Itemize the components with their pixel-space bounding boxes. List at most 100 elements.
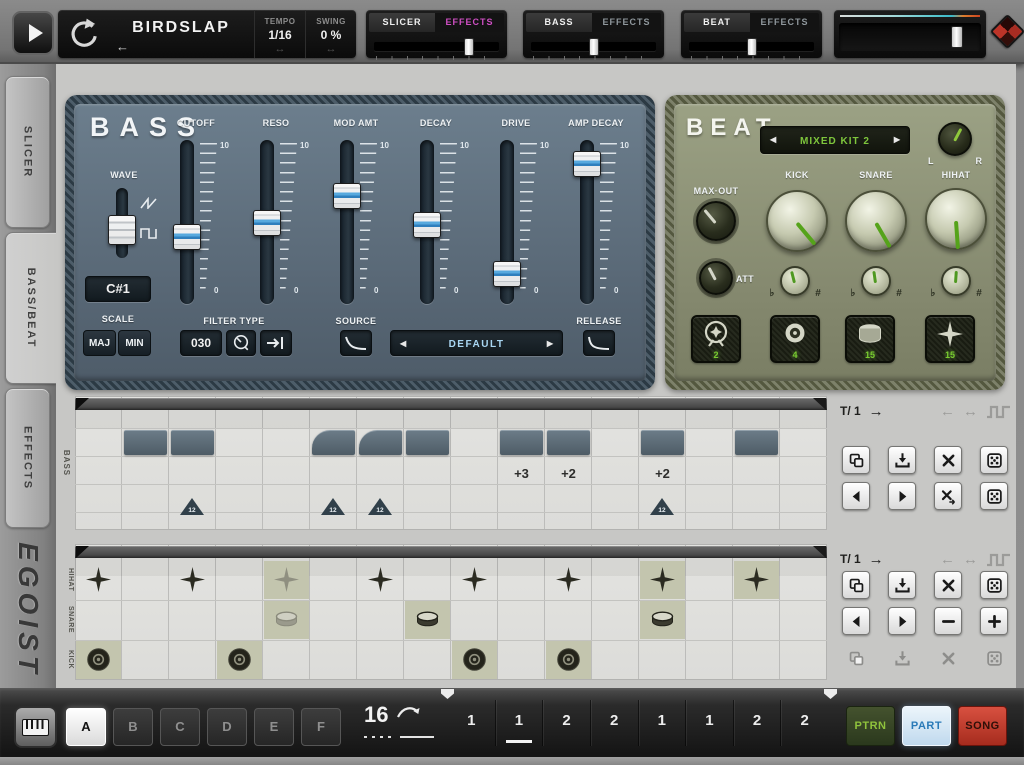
chain-slot-7[interactable]: 2 [733, 700, 781, 746]
wave-handle[interactable] [108, 215, 136, 245]
filter-route-button[interactable] [260, 330, 292, 356]
chain-slot-2[interactable]: 1 [495, 700, 543, 746]
bass-note-step-15[interactable] [735, 430, 778, 455]
filter-dial-button[interactable] [226, 330, 256, 356]
bass-note-step-11[interactable] [547, 430, 590, 455]
bass-note-step-8[interactable] [406, 430, 449, 455]
slider-track[interactable] [180, 140, 194, 304]
part-button-c[interactable]: C [160, 708, 200, 746]
seq-hihat-step-3[interactable] [179, 566, 206, 593]
channel-fx-tab-bass[interactable]: EFFECTS [592, 13, 661, 32]
mode-button-song[interactable]: SONG [958, 706, 1007, 746]
preset-selector[interactable]: ◀ DEFAULT ▶ [390, 330, 563, 356]
seq-btn-minus[interactable] [934, 607, 962, 635]
pad-kick-drum[interactable]: 2 [691, 315, 741, 363]
scale-min-button[interactable]: MIN [118, 330, 151, 356]
chain-start-handle[interactable] [441, 689, 454, 699]
channel-level-handle[interactable] [747, 38, 757, 56]
pad-snare-drum[interactable]: 4 [770, 315, 820, 363]
preset-prev-icon[interactable]: ◀ [400, 331, 406, 357]
knob-kick[interactable] [766, 190, 828, 252]
seq-btn-copy[interactable] [842, 446, 870, 474]
channel-tab-beat[interactable]: BEAT [684, 13, 750, 32]
chain-slot-6[interactable]: 1 [685, 700, 733, 746]
channel-fx-tab-beat[interactable]: EFFECTS [750, 13, 819, 32]
part-button-b[interactable]: B [113, 708, 153, 746]
chain-slot-3[interactable]: 2 [542, 700, 590, 746]
seq-btn-dice[interactable] [980, 446, 1008, 474]
sidebar-tab-slicer[interactable]: SLICER [5, 76, 50, 228]
seq-hihat-step-1[interactable] [85, 566, 112, 593]
step-length-control[interactable]: 16 [358, 702, 446, 746]
part-button-f[interactable]: F [301, 708, 341, 746]
channel-level-slider[interactable] [689, 38, 814, 56]
pitch-knob-3[interactable] [941, 266, 971, 296]
mod-marker-step-13[interactable]: 12 [650, 498, 674, 515]
slider-track[interactable] [340, 140, 354, 304]
pulse-icon[interactable] [986, 404, 1012, 419]
slider-handle[interactable] [173, 224, 201, 250]
slider-handle[interactable] [253, 210, 281, 236]
chain-slot-8[interactable]: 2 [780, 700, 828, 746]
pulse-icon[interactable] [986, 552, 1012, 567]
pad-hihat-star[interactable]: 15 [925, 315, 975, 363]
sidebar-tab-effects[interactable]: EFFECTS [5, 388, 50, 528]
mirror-icon[interactable]: ↔ [963, 551, 978, 568]
channel-tab-bass[interactable]: BASS [526, 13, 592, 32]
seq-btn-copy[interactable] [842, 571, 870, 599]
channel-level-slider[interactable] [531, 38, 656, 56]
pitch-knob-2[interactable] [861, 266, 891, 296]
master-volume-handle[interactable] [951, 26, 963, 48]
bass-note-step-6[interactable] [312, 430, 355, 455]
bass-slider-amp-decay[interactable]: AMP DECAY100 [556, 118, 636, 318]
bass-slider-reso[interactable]: RESO100 [236, 118, 316, 318]
pad-tom-drum[interactable]: 15 [845, 315, 895, 363]
bass-note-step-7[interactable] [359, 430, 402, 455]
seq-hihat-step-7[interactable] [367, 566, 394, 593]
release-curve-button[interactable] [583, 330, 615, 356]
loop-end-marker[interactable] [813, 546, 826, 558]
channel-tab-slicer[interactable]: SLICER [369, 13, 435, 32]
chain-slot-5[interactable]: 1 [638, 700, 686, 746]
patch-name-display[interactable]: BIRDSLAP [106, 19, 256, 37]
seq-btn-next[interactable] [888, 607, 916, 635]
chain-slot-4[interactable]: 2 [590, 700, 638, 746]
play-button[interactable] [12, 11, 54, 55]
seq-kick-step-1[interactable] [85, 646, 112, 673]
bass-slider-cutoff[interactable]: CUTOFF100 [156, 118, 236, 318]
bass-timeline[interactable] [75, 398, 827, 410]
kit-next-icon[interactable]: ▶ [894, 127, 900, 153]
channel-level-handle[interactable] [464, 38, 474, 56]
swing-control[interactable]: SWING 0 % ↔ [305, 10, 356, 58]
slider-handle[interactable] [573, 151, 601, 177]
sidebar-tab-bass-beat[interactable]: BASS/BEAT [5, 232, 56, 384]
mode-button-ptrn[interactable]: PTRN [846, 706, 895, 746]
shift-left-icon[interactable]: ← [940, 551, 955, 568]
knob-hihat[interactable] [925, 188, 987, 250]
bass-note-step-3[interactable] [171, 430, 214, 455]
filter-value-display[interactable]: 030 [180, 330, 222, 356]
seq-btn-paste[interactable] [888, 446, 916, 474]
chain-slot-1[interactable]: 1 [448, 700, 495, 746]
part-button-e[interactable]: E [254, 708, 294, 746]
source-curve-button[interactable] [340, 330, 372, 356]
knob-snare[interactable] [845, 190, 907, 252]
mirror-icon[interactable]: ↔ [963, 403, 978, 420]
shift-right-icon[interactable]: → [869, 551, 884, 568]
bass-note-step-2[interactable] [124, 430, 167, 455]
seq-hihat-step-15[interactable] [743, 566, 770, 593]
seq-snare-step-5[interactable] [273, 606, 300, 633]
channel-level-handle[interactable] [589, 38, 599, 56]
part-button-d[interactable]: D [207, 708, 247, 746]
channel-level-track[interactable] [374, 42, 499, 51]
seq-snare-step-13[interactable] [649, 606, 676, 633]
seq-btn-dice[interactable] [980, 482, 1008, 510]
shift-left-icon[interactable]: ← [940, 403, 955, 420]
scale-maj-button[interactable]: MAJ [83, 330, 116, 356]
slider-handle[interactable] [413, 212, 441, 238]
slider-handle[interactable] [333, 183, 361, 209]
channel-level-slider[interactable] [374, 38, 499, 56]
mod-marker-step-7[interactable]: 12 [368, 498, 392, 515]
patch-prev-icon[interactable]: ← [116, 39, 129, 54]
seq-hihat-step-9[interactable] [461, 566, 488, 593]
